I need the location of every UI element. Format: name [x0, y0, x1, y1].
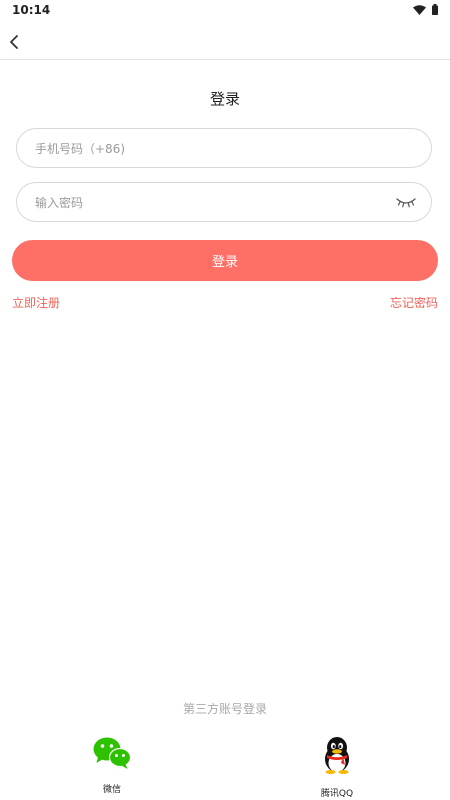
eye-closed-icon	[396, 198, 416, 208]
phone-input[interactable]	[33, 129, 377, 169]
password-input[interactable]	[33, 183, 377, 223]
wifi-icon	[413, 4, 426, 15]
app-bar	[0, 24, 450, 60]
password-field[interactable]	[16, 182, 432, 223]
forgot-password-link[interactable]: 忘记密码	[390, 294, 438, 311]
phone-field[interactable]	[16, 128, 432, 169]
qq-label: 腾讯QQ	[320, 789, 354, 799]
qq-login-button[interactable]: 腾讯QQ	[297, 736, 377, 799]
wechat-icon	[93, 737, 132, 769]
back-button[interactable]	[6, 32, 24, 52]
wechat-login-button[interactable]: 微信	[72, 736, 152, 795]
register-link[interactable]: 立即注册	[12, 294, 60, 311]
status-time: 10:14	[12, 3, 51, 17]
page-title: 登录	[209, 90, 240, 108]
wechat-label: 微信	[102, 785, 121, 795]
third-party-login-title: 第三方账号登录	[182, 702, 267, 716]
status-icons	[413, 4, 438, 15]
password-visibility-toggle[interactable]	[395, 194, 417, 210]
chevron-left-icon	[10, 35, 18, 49]
qq-icon	[325, 737, 349, 774]
battery-icon	[432, 4, 438, 15]
login-button[interactable]: 登录	[12, 240, 438, 281]
status-bar: 10:14	[0, 0, 450, 20]
